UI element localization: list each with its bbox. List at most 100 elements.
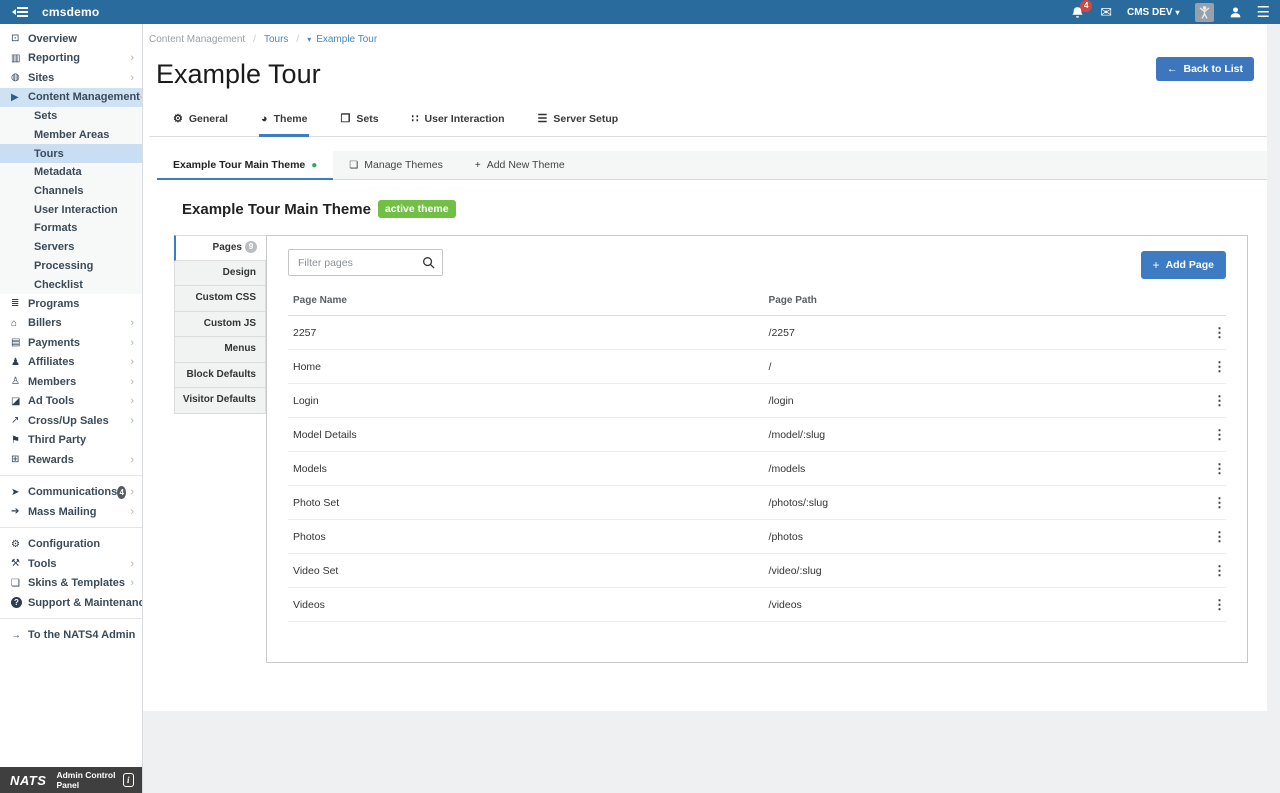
sidebar-item-processing[interactable]: Processing xyxy=(0,257,142,276)
globe-icon: ◍ xyxy=(11,72,20,84)
sliders-icon: ☰ xyxy=(537,113,548,125)
sidebar-item-label: Tours xyxy=(34,147,64,160)
table-row[interactable]: Videos /videos ⋮ xyxy=(288,588,1226,622)
tab-sets[interactable]: ❐ Sets xyxy=(338,108,380,137)
side-tab-visitor-defaults[interactable]: Visitor Defaults xyxy=(174,388,266,414)
side-tab-design[interactable]: Design xyxy=(174,260,266,286)
sidebar-item-overview[interactable]: ⊡ Overview xyxy=(0,29,142,49)
layers-icon: ❏ xyxy=(349,159,359,171)
sidebar-item-communications[interactable]: ➤ Communications 4 › xyxy=(0,482,142,502)
sidebar-item-checklist[interactable]: Checklist xyxy=(0,275,142,294)
breadcrumb-tours[interactable]: Tours xyxy=(264,34,288,45)
row-menu-button[interactable]: ⋮ xyxy=(1213,461,1226,476)
sidebar-item-label: Overview xyxy=(28,32,77,45)
table-row[interactable]: Video Set /video/:slug ⋮ xyxy=(288,554,1226,588)
row-menu-button[interactable]: ⋮ xyxy=(1213,495,1226,510)
sidebar-item-tours[interactable]: Tours xyxy=(0,144,142,164)
sidebar-item-skins-templates[interactable]: ❏ Skins & Templates › xyxy=(0,573,142,593)
column-page-path: Page Path xyxy=(768,295,817,306)
side-tab-custom-js[interactable]: Custom JS xyxy=(174,311,266,337)
tab-server-setup[interactable]: ☰ Server Setup xyxy=(536,108,621,137)
sidebar-item-metadata[interactable]: Metadata xyxy=(0,163,142,182)
environment-dropdown[interactable]: CMS DEV ▾ xyxy=(1127,7,1180,18)
row-menu-button[interactable]: ⋮ xyxy=(1213,359,1226,374)
user-menu-button[interactable] xyxy=(1229,6,1242,19)
collapse-icon xyxy=(12,7,28,17)
side-tab-custom-css[interactable]: Custom CSS xyxy=(174,286,266,312)
theme-tab-add-new-theme[interactable]: + Add New Theme xyxy=(459,151,581,180)
page-name: Models xyxy=(293,462,327,475)
sidebar-item-reporting[interactable]: ▥ Reporting › xyxy=(0,49,142,69)
sidebar-item-rewards[interactable]: ⊞ Rewards › xyxy=(0,450,142,470)
side-tab-menus[interactable]: Menus xyxy=(174,337,266,363)
row-menu-button[interactable]: ⋮ xyxy=(1213,325,1226,340)
sidebar-item-label: Third Party xyxy=(28,434,87,447)
chevron-right-icon: › xyxy=(130,336,134,349)
chevron-down-icon[interactable]: ▾ xyxy=(307,35,311,44)
row-menu-button[interactable]: ⋮ xyxy=(1213,563,1226,578)
theme-tab-main-theme[interactable]: Example Tour Main Theme ● xyxy=(157,151,334,180)
footer-label: Admin Control Panel xyxy=(56,770,116,790)
topbar: cmsdemo 4 ✉ CMS DEV ▾ ☰ xyxy=(0,0,1280,24)
sidebar-item-affiliates[interactable]: ♟ Affiliates › xyxy=(0,352,142,372)
sidebar-item-member-areas[interactable]: Member Areas xyxy=(0,126,142,145)
add-page-button[interactable]: + Add Page xyxy=(1140,251,1226,279)
sidebar-item-programs[interactable]: ≣ Programs xyxy=(0,294,142,314)
sidebar-item-user-interaction[interactable]: User Interaction xyxy=(0,200,142,219)
sidebar-item-ad-tools[interactable]: ◪ Ad Tools › xyxy=(0,391,142,411)
sidebar-item-label: Sets xyxy=(34,110,58,123)
row-menu-button[interactable]: ⋮ xyxy=(1213,393,1226,408)
column-page-name: Page Name xyxy=(293,295,347,306)
info-icon[interactable]: i xyxy=(122,773,134,787)
theme-card: Example Tour Main Theme ● ❏ Manage Theme… xyxy=(157,151,1267,693)
tab-general[interactable]: ⚙ General xyxy=(171,108,230,137)
side-tab-pages[interactable]: Pages 9 xyxy=(174,235,266,261)
sidebar-item-tools[interactable]: ⚒ Tools › xyxy=(0,554,142,574)
row-menu-button[interactable]: ⋮ xyxy=(1213,529,1226,544)
bank-icon: ⌂ xyxy=(11,317,18,329)
sidebar-item-payments[interactable]: ▤ Payments › xyxy=(0,333,142,353)
sidebar-item-cross-up-sales[interactable]: ↗ Cross/Up Sales › xyxy=(0,411,142,431)
avatar[interactable] xyxy=(1194,2,1214,22)
breadcrumb-separator: / xyxy=(253,34,256,45)
table-row[interactable]: Login /login ⋮ xyxy=(288,384,1226,418)
row-menu-button[interactable]: ⋮ xyxy=(1213,427,1226,442)
sidebar-item-support-maintenance[interactable]: ? Support & Maintenance › xyxy=(0,593,142,613)
tab-theme[interactable]: ◕ Theme xyxy=(258,108,310,137)
sidebar-item-sites[interactable]: ◍ Sites › xyxy=(0,68,142,88)
sidebar-item-servers[interactable]: Servers xyxy=(0,238,142,257)
sidebar-collapse-icon[interactable] xyxy=(12,5,28,19)
sidebar-item-billers[interactable]: ⌂ Billers › xyxy=(0,313,142,333)
sidebar-item-nats4-admin[interactable]: → To the NATS4 Admin xyxy=(0,625,142,645)
notifications-button[interactable]: 4 xyxy=(1070,0,1093,20)
table-row[interactable]: Model Details /model/:slug ⋮ xyxy=(288,418,1226,452)
row-menu-button[interactable]: ⋮ xyxy=(1213,597,1226,612)
page-path: /photos xyxy=(768,530,803,543)
table-row[interactable]: Home / ⋮ xyxy=(288,350,1226,384)
side-tab-block-defaults[interactable]: Block Defaults xyxy=(174,362,266,388)
sidebar-item-mass-mailing[interactable]: ➔ Mass Mailing › xyxy=(0,502,142,522)
messages-button[interactable]: ✉ xyxy=(1100,5,1112,19)
sidebar-item-channels[interactable]: Channels xyxy=(0,182,142,201)
arrow-right-icon: → xyxy=(11,629,21,641)
sidebar-item-members[interactable]: ♙ Members › xyxy=(0,372,142,392)
sidebar-item-third-party[interactable]: ⚑ Third Party xyxy=(0,430,142,450)
sidebar-item-sets[interactable]: Sets xyxy=(0,107,142,126)
sidebar-item-configuration[interactable]: ⚙ Configuration xyxy=(0,534,142,554)
back-to-list-button[interactable]: ← Back to List xyxy=(1155,57,1254,81)
sidebar-item-formats[interactable]: Formats xyxy=(0,219,142,238)
template-icon: ❏ xyxy=(11,577,20,589)
theme-tab-manage-themes[interactable]: ❏ Manage Themes xyxy=(333,151,459,180)
sidebar-item-content-management[interactable]: ▶ Content Management › xyxy=(0,87,142,107)
table-row[interactable]: 2257 /2257 ⋮ xyxy=(288,316,1226,350)
tab-user-interaction[interactable]: ∷ User Interaction xyxy=(410,108,507,137)
filter-pages-input[interactable] xyxy=(288,249,443,276)
breadcrumb-example-tour[interactable]: Example Tour xyxy=(316,34,377,45)
table-row[interactable]: Photos /photos ⋮ xyxy=(288,520,1226,554)
page-name: 2257 xyxy=(293,326,317,339)
table-row[interactable]: Models /models ⋮ xyxy=(288,452,1226,486)
chevron-right-icon: › xyxy=(130,52,134,65)
table-row[interactable]: Photo Set /photos/:slug ⋮ xyxy=(288,486,1226,520)
search-icon[interactable] xyxy=(422,256,435,269)
menu-toggle-button[interactable]: ☰ xyxy=(1257,5,1270,20)
